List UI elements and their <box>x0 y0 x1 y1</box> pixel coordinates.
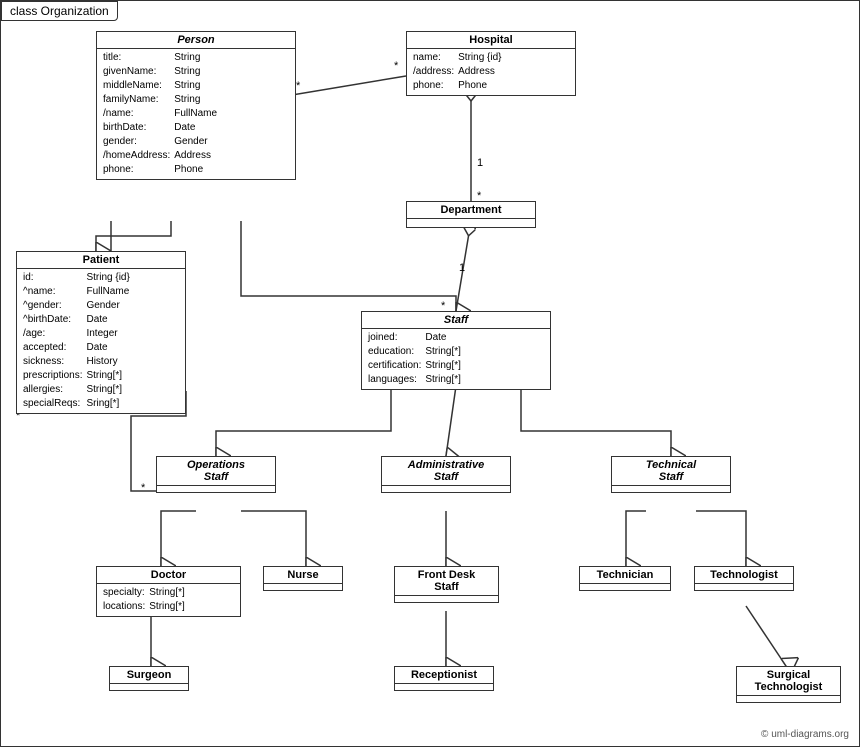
patient-title: Patient <box>17 252 185 269</box>
surgical-technologist-body <box>737 696 840 702</box>
technologist-class: Technologist <box>694 566 794 591</box>
nurse-body <box>264 584 342 590</box>
staff-class: Staff joined:Date education:String[*] ce… <box>361 311 551 390</box>
technologist-title: Technologist <box>695 567 793 584</box>
svg-text:*: * <box>296 80 301 92</box>
person-title: Person <box>97 32 295 49</box>
technician-title: Technician <box>580 567 670 584</box>
technical-staff-body <box>612 486 730 492</box>
administrative-staff-body <box>382 486 510 492</box>
surgeon-body <box>110 684 188 690</box>
patient-body: id:String {id} ^name:FullName ^gender:Ge… <box>17 269 185 413</box>
copyright: © uml-diagrams.org <box>761 729 849 740</box>
hospital-class: Hospital name:String {id} /address:Addre… <box>406 31 576 96</box>
person-class: Person title:String givenName:String mid… <box>96 31 296 180</box>
technical-staff-title: TechnicalStaff <box>612 457 730 486</box>
receptionist-class: Receptionist <box>394 666 494 691</box>
technician-class: Technician <box>579 566 671 591</box>
technical-staff-class: TechnicalStaff <box>611 456 731 493</box>
surgeon-class: Surgeon <box>109 666 189 691</box>
front-desk-staff-class: Front DeskStaff <box>394 566 499 603</box>
receptionist-body <box>395 684 493 690</box>
surgeon-title: Surgeon <box>110 667 188 684</box>
svg-text:1: 1 <box>459 262 465 274</box>
technologist-body <box>695 584 793 590</box>
svg-text:1: 1 <box>477 157 483 169</box>
operations-staff-body <box>157 486 275 492</box>
front-desk-staff-body <box>395 596 498 602</box>
svg-text:*: * <box>394 60 399 72</box>
department-body <box>407 219 535 227</box>
staff-title: Staff <box>362 312 550 329</box>
patient-class: Patient id:String {id} ^name:FullName ^g… <box>16 251 186 414</box>
hospital-title: Hospital <box>407 32 575 49</box>
diagram-container: class Organization <box>0 0 860 747</box>
operations-staff-class: OperationsStaff <box>156 456 276 493</box>
doctor-class: Doctor specialty:String[*] locations:Str… <box>96 566 241 617</box>
receptionist-title: Receptionist <box>395 667 493 684</box>
technician-body <box>580 584 670 590</box>
diagram-title: class Organization <box>1 1 118 21</box>
administrative-staff-title: AdministrativeStaff <box>382 457 510 486</box>
hospital-body: name:String {id} /address:Address phone:… <box>407 49 575 95</box>
svg-text:*: * <box>141 482 146 494</box>
nurse-class: Nurse <box>263 566 343 591</box>
staff-body: joined:Date education:String[*] certific… <box>362 329 550 389</box>
person-body: title:String givenName:String middleName… <box>97 49 295 179</box>
surgical-technologist-class: SurgicalTechnologist <box>736 666 841 703</box>
doctor-body: specialty:String[*] locations:String[*] <box>97 584 240 616</box>
surgical-technologist-title: SurgicalTechnologist <box>737 667 840 696</box>
administrative-staff-class: AdministrativeStaff <box>381 456 511 493</box>
department-class: Department <box>406 201 536 228</box>
front-desk-staff-title: Front DeskStaff <box>395 567 498 596</box>
department-title: Department <box>407 202 535 219</box>
doctor-title: Doctor <box>97 567 240 584</box>
nurse-title: Nurse <box>264 567 342 584</box>
operations-staff-title: OperationsStaff <box>157 457 275 486</box>
